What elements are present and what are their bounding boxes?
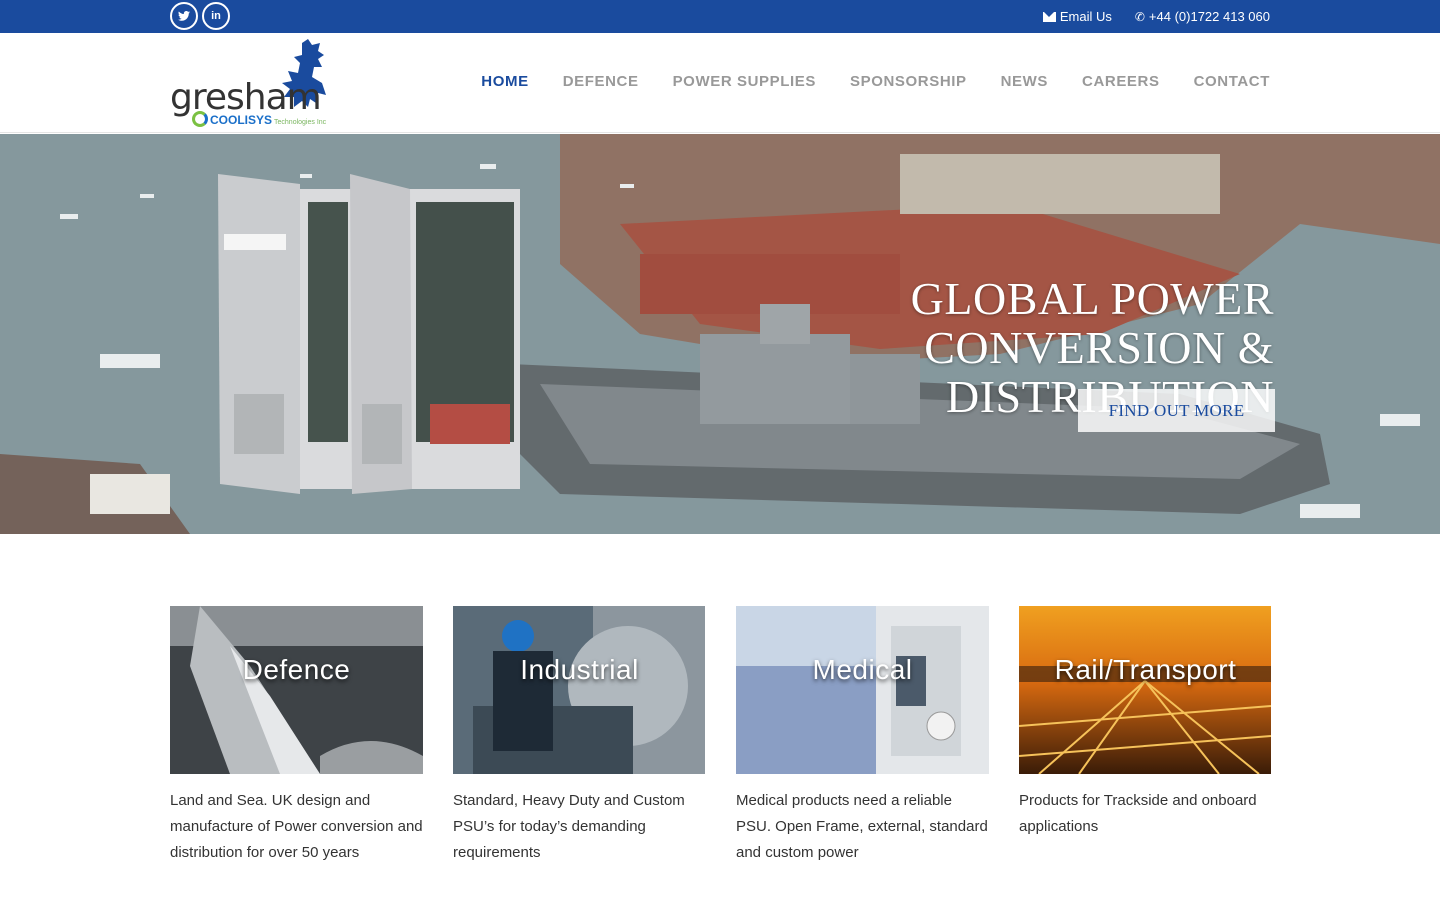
sub-brand-name: COOLISYS bbox=[210, 113, 273, 127]
contact-links: Email Us ✆ +44 (0)1722 413 060 bbox=[1042, 0, 1270, 33]
phone-icon: ✆ bbox=[1134, 9, 1145, 24]
nav-contact[interactable]: CONTACT bbox=[1194, 73, 1270, 90]
twitter-icon[interactable] bbox=[170, 2, 198, 30]
nav-news[interactable]: NEWS bbox=[1001, 73, 1048, 90]
card-rail-transport[interactable]: Rail/Transport Products for Trackside an… bbox=[1019, 606, 1272, 866]
card-defence[interactable]: Defence Land and Sea. UK design and manu… bbox=[170, 606, 423, 866]
nav-power-supplies[interactable]: POWER SUPPLIES bbox=[673, 73, 816, 90]
site-header: gresham COOLISYS Technologies Inc HOME DE… bbox=[0, 33, 1440, 133]
nav-careers[interactable]: CAREERS bbox=[1082, 73, 1160, 90]
social-links: in bbox=[170, 2, 230, 30]
hero-title-line2: CONVERSION & bbox=[924, 322, 1274, 373]
main-nav: HOME DEFENCE POWER SUPPLIES SPONSORSHIP … bbox=[481, 73, 1270, 90]
sub-brand: COOLISYS Technologies Inc bbox=[210, 113, 326, 127]
email-label: Email Us bbox=[1059, 9, 1112, 24]
email-link[interactable]: Email Us bbox=[1042, 9, 1112, 24]
gresham-logo[interactable]: gresham COOLISYS Technologies Inc bbox=[170, 39, 350, 129]
card-defence-image[interactable]: Defence bbox=[170, 606, 423, 774]
brand-name: gresham bbox=[170, 77, 322, 118]
card-industrial[interactable]: Industrial Standard, Heavy Duty and Cust… bbox=[453, 606, 706, 866]
find-out-more-button[interactable]: FIND OUT MORE bbox=[1078, 389, 1275, 432]
phone-label: +44 (0)1722 413 060 bbox=[1148, 9, 1270, 24]
sector-cards: Defence Land and Sea. UK design and manu… bbox=[170, 606, 1272, 866]
linkedin-icon[interactable]: in bbox=[202, 2, 230, 30]
nav-defence[interactable]: DEFENCE bbox=[563, 73, 639, 90]
card-industrial-image[interactable]: Industrial bbox=[453, 606, 706, 774]
card-medical-image[interactable]: Medical bbox=[736, 606, 989, 774]
nav-sponsorship[interactable]: SPONSORSHIP bbox=[850, 73, 967, 90]
card-industrial-title: Industrial bbox=[520, 654, 639, 685]
card-defence-text: Land and Sea. UK design and manufacture … bbox=[170, 792, 423, 861]
phone-link[interactable]: ✆ +44 (0)1722 413 060 bbox=[1135, 9, 1270, 24]
envelope-icon bbox=[1042, 11, 1056, 22]
card-industrial-text: Standard, Heavy Duty and Custom PSU’s fo… bbox=[453, 792, 685, 861]
hero-banner: GLOBAL POWER CONVERSION & DISTRIBUTION F… bbox=[0, 134, 1440, 534]
nav-home[interactable]: HOME bbox=[481, 73, 528, 90]
card-rail-transport-title: Rail/Transport bbox=[1054, 654, 1237, 685]
card-rail-transport-image[interactable]: Rail/Transport bbox=[1019, 606, 1272, 774]
card-medical-text: Medical products need a reliable PSU. Op… bbox=[736, 792, 988, 861]
linkedin-glyph: in bbox=[211, 10, 221, 22]
coolisys-swirl-icon bbox=[192, 111, 208, 127]
card-rail-transport-text: Products for Trackside and onboard appli… bbox=[1019, 792, 1257, 835]
hero-title-line1: GLOBAL POWER bbox=[910, 273, 1274, 324]
card-defence-title: Defence bbox=[242, 654, 351, 685]
top-bar: in Email Us ✆ +44 (0)1722 413 060 bbox=[0, 0, 1440, 33]
card-medical[interactable]: Medical Medical products need a reliable… bbox=[736, 606, 989, 866]
card-medical-title: Medical bbox=[812, 654, 913, 685]
sub-brand-tag: Technologies Inc bbox=[274, 119, 327, 126]
